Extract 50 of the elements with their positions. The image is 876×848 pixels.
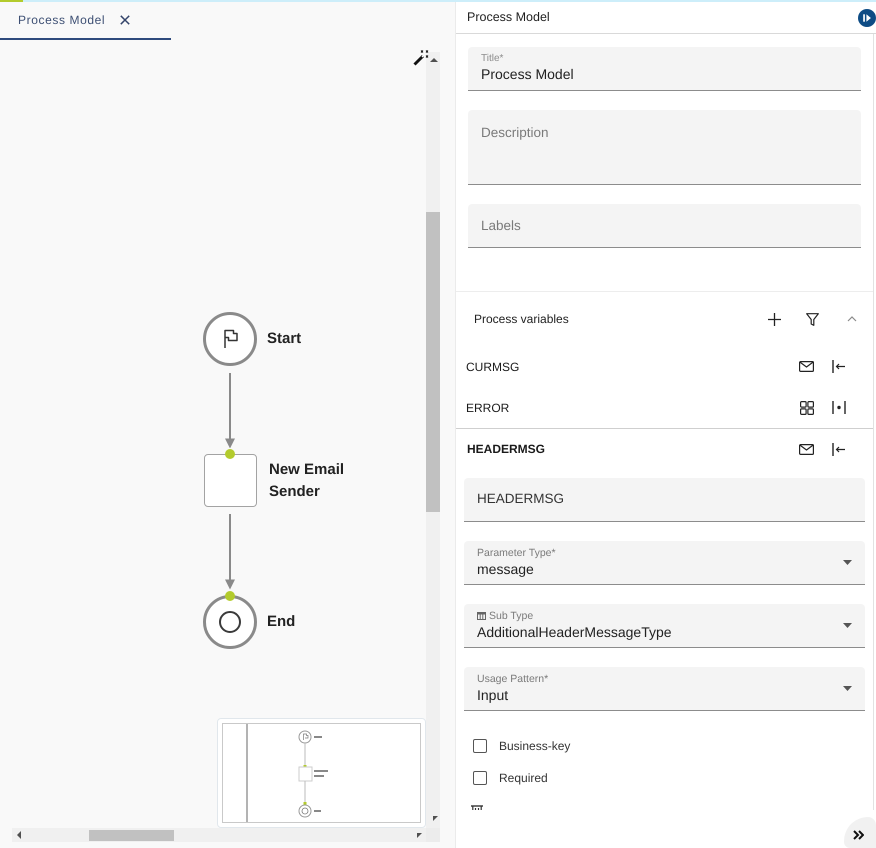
panel-toggle-button[interactable] xyxy=(844,817,876,848)
scroll-left-icon[interactable] xyxy=(17,831,21,839)
chevron-up-icon[interactable] xyxy=(847,316,857,322)
dropdown-caret-icon[interactable] xyxy=(843,686,852,691)
add-icon[interactable] xyxy=(768,312,781,326)
bar-arrow-icon[interactable] xyxy=(832,442,846,456)
panel-title: Process Model xyxy=(467,9,550,26)
bar-arrow-icon[interactable] xyxy=(832,360,846,373)
checkbox[interactable] xyxy=(473,739,487,753)
scroll-down-icon[interactable] xyxy=(433,816,438,820)
vertical-scrollbar[interactable] xyxy=(426,52,440,828)
grid-icon[interactable] xyxy=(800,400,814,414)
scroll-up-icon[interactable] xyxy=(430,58,438,62)
select-field[interactable]: Parameter Type* message xyxy=(464,541,865,585)
name-field[interactable]: HEADERMSG xyxy=(464,478,865,522)
checkbox[interactable] xyxy=(473,771,487,785)
magic-wand-icon[interactable] xyxy=(413,50,430,66)
close-icon[interactable] xyxy=(120,15,130,25)
scroll-right-icon[interactable] xyxy=(416,832,422,838)
node-label: New Email Sender xyxy=(269,460,346,502)
node-label: Start xyxy=(267,329,302,349)
play-circle-icon[interactable] xyxy=(858,8,876,26)
filter-icon[interactable] xyxy=(806,312,819,326)
end-event xyxy=(203,595,257,649)
chevrons-right-icon[interactable] xyxy=(852,830,864,840)
checkbox-label: Business-key xyxy=(499,738,570,755)
scrollbar-thumb[interactable] xyxy=(426,212,440,512)
text-field[interactable]: Title* Process Model xyxy=(468,47,861,91)
editor-tab[interactable]: Process Model xyxy=(0,2,171,40)
checkbox-label: Required xyxy=(499,770,548,787)
horizontal-scrollbar[interactable] xyxy=(12,828,426,842)
scrollbar-corner xyxy=(426,828,440,842)
select-field[interactable]: Sub Type AdditionalHeaderMessageType xyxy=(464,604,865,648)
dropdown-caret-icon[interactable] xyxy=(843,560,852,565)
task-box xyxy=(204,454,256,507)
scrollbar-thumb[interactable] xyxy=(89,830,174,840)
node-label: End xyxy=(267,612,296,632)
variable-name[interactable]: ERROR xyxy=(466,398,510,416)
envelope-icon[interactable] xyxy=(799,361,814,372)
bar-dot-bar-icon[interactable] xyxy=(832,401,846,414)
section-title: Process variables xyxy=(474,311,569,328)
textarea-field[interactable]: Description xyxy=(468,110,861,185)
text-field[interactable]: Labels xyxy=(468,204,861,248)
table-icon xyxy=(477,612,486,620)
flag-icon xyxy=(224,330,238,348)
dropdown-caret-icon[interactable] xyxy=(843,623,852,628)
variable-name[interactable]: CURMSG xyxy=(466,358,520,376)
select-field[interactable]: Usage Pattern* Input xyxy=(464,667,865,711)
envelope-icon[interactable] xyxy=(799,444,814,454)
variable-name[interactable]: HEADERMSG xyxy=(467,440,546,458)
